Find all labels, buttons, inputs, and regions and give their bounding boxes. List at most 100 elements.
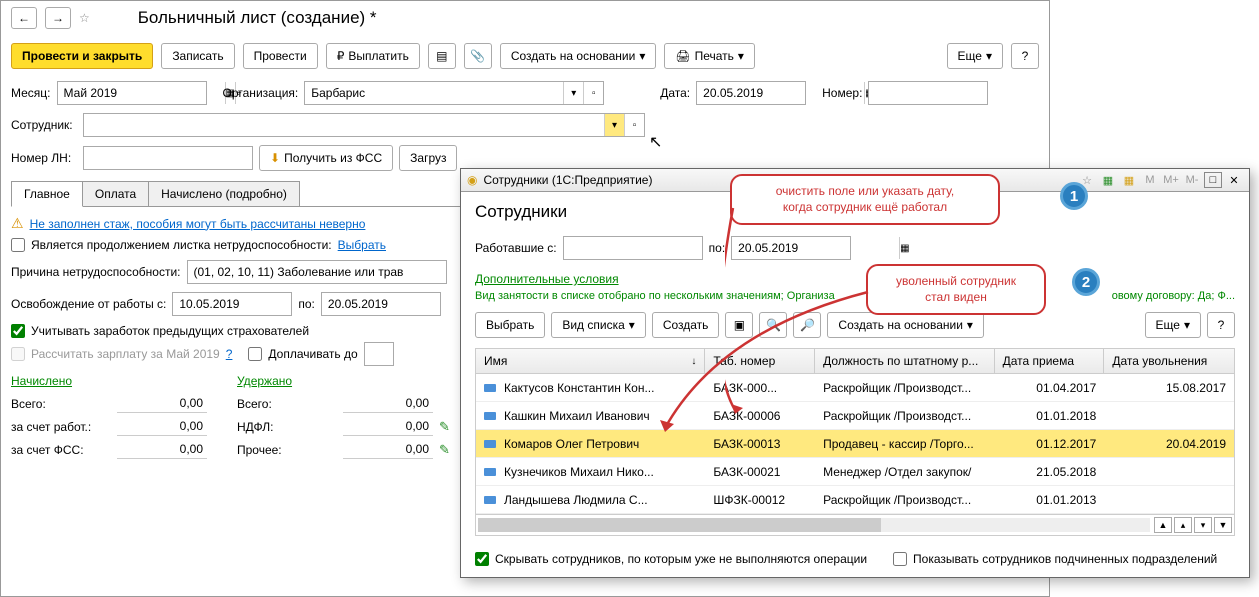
- sort-icon: ↓: [691, 356, 696, 367]
- dropdown-icon[interactable]: ▾: [604, 114, 624, 136]
- horizontal-scrollbar[interactable]: [478, 518, 1150, 532]
- table-row[interactable]: Ландышева Людмила С...ШФЗК-00012Раскройщ…: [476, 486, 1234, 514]
- m-button[interactable]: M: [1141, 172, 1159, 188]
- pencil-icon[interactable]: ✎: [439, 442, 450, 458]
- scroll-down-button[interactable]: ▾: [1194, 517, 1212, 533]
- open-icon[interactable]: ▫: [624, 114, 644, 136]
- more-button[interactable]: Еще▾: [1145, 312, 1201, 338]
- load-file-button[interactable]: Загруз: [399, 145, 457, 171]
- prev-insurers-checkbox[interactable]: [11, 324, 25, 338]
- org-input[interactable]: ▾ ▫: [304, 81, 604, 105]
- accrued-header[interactable]: Начислено: [11, 374, 207, 388]
- view-button[interactable]: Вид списка▾: [551, 312, 645, 338]
- dialog-title: Сотрудники (1С:Предприятие): [483, 173, 652, 187]
- calc-salary-label: Рассчитать зарплату за Май 2019: [31, 347, 220, 361]
- pay-extra-checkbox[interactable]: [248, 347, 262, 361]
- form-icon-button[interactable]: ▤: [428, 43, 456, 69]
- table-icon[interactable]: ▦: [1099, 172, 1117, 188]
- warning-icon: ⚠: [11, 215, 24, 232]
- col-position[interactable]: Должность по штатному р...: [815, 349, 995, 373]
- continuation-checkbox[interactable]: [11, 238, 25, 252]
- get-fss-button[interactable]: ⬇Получить из ФСС: [259, 145, 393, 171]
- scroll-up-button[interactable]: ▴: [1174, 517, 1192, 533]
- page-title: Больничный лист (создание) *: [138, 8, 377, 28]
- show-sub-checkbox[interactable]: [893, 552, 907, 566]
- maximize-button[interactable]: □: [1204, 172, 1222, 188]
- post-button[interactable]: Провести: [243, 43, 318, 69]
- scroll-top-button[interactable]: ▲: [1154, 517, 1172, 533]
- find-button[interactable]: 🔍: [759, 312, 787, 338]
- table-row[interactable]: Кузнечиков Михаил Нико...БАЗК-00021Менед…: [476, 458, 1234, 486]
- number-label: Номер:: [822, 86, 862, 100]
- post-close-button[interactable]: Провести и закрыть: [11, 43, 153, 69]
- table-row[interactable]: Комаров Олег ПетровичБАЗК-00013Продавец …: [476, 430, 1234, 458]
- create-based-button[interactable]: Создать на основании▾: [827, 312, 984, 338]
- clear-find-button[interactable]: 🔎: [793, 312, 821, 338]
- worked-from-input[interactable]: ▦: [563, 236, 703, 260]
- worked-from-label: Работавшие с:: [475, 241, 557, 255]
- employee-icon: [484, 412, 496, 420]
- reason-input[interactable]: [187, 260, 447, 284]
- release-to-input[interactable]: ▦: [321, 292, 441, 316]
- scroll-bottom-button[interactable]: ▼: [1214, 517, 1232, 533]
- hide-employees-label: Скрывать сотрудников, по которым уже не …: [495, 552, 867, 566]
- col-tabno[interactable]: Таб. номер: [705, 349, 815, 373]
- worked-to-input[interactable]: ▦: [731, 236, 851, 260]
- calendar-icon[interactable]: ▦: [899, 237, 909, 259]
- select-button[interactable]: Выбрать: [475, 312, 545, 338]
- save-button[interactable]: Записать: [161, 43, 234, 69]
- dialog-footer: Скрывать сотрудников, по которым уже не …: [461, 546, 1249, 572]
- prev-insurers-label: Учитывать заработок предыдущих страховат…: [31, 324, 309, 338]
- ln-input[interactable]: [83, 146, 253, 170]
- withheld-header[interactable]: Удержано: [237, 374, 450, 388]
- more-button[interactable]: Еще▾: [947, 43, 1003, 69]
- warning-link[interactable]: Не заполнен стаж, пособия могут быть рас…: [30, 217, 366, 231]
- table-row[interactable]: Кашкин Михаил ИвановичБАЗК-00006Раскройщ…: [476, 402, 1234, 430]
- col-fire[interactable]: Дата увольнения: [1104, 349, 1234, 373]
- employee-icon: [484, 440, 496, 448]
- star-icon[interactable]: ☆: [79, 11, 90, 25]
- pay-extra-input[interactable]: [364, 342, 394, 366]
- month-input[interactable]: ▦ ÷: [57, 81, 207, 105]
- date-input[interactable]: ▦: [696, 81, 806, 105]
- release-from-input[interactable]: ▦: [172, 292, 292, 316]
- number-input[interactable]: [868, 81, 988, 105]
- back-button[interactable]: ←: [11, 7, 37, 29]
- col-hire[interactable]: Дата приема: [995, 349, 1105, 373]
- close-button[interactable]: ✕: [1225, 172, 1243, 188]
- conditions-header[interactable]: Дополнительные условия: [475, 272, 1235, 286]
- tab-payment[interactable]: Оплата: [82, 181, 149, 206]
- m-minus-button[interactable]: M-: [1183, 172, 1201, 188]
- calc-help-link[interactable]: ?: [226, 347, 233, 361]
- pay-extra-label: Доплачивать до: [268, 347, 357, 361]
- release-to-label: по:: [298, 297, 315, 311]
- employee-icon: [484, 496, 496, 504]
- tab-accrued[interactable]: Начислено (подробно): [148, 181, 300, 206]
- table-row[interactable]: Кактусов Константин Кон...БАЗК-000...Рас…: [476, 374, 1234, 402]
- calendar-icon[interactable]: ▦: [1120, 172, 1138, 188]
- hide-employees-checkbox[interactable]: [475, 552, 489, 566]
- pencil-icon[interactable]: ✎: [439, 419, 450, 435]
- choose-link[interactable]: Выбрать: [338, 238, 386, 252]
- dropdown-icon[interactable]: ▾: [563, 82, 583, 104]
- employee-input[interactable]: ▾ ▫: [83, 113, 645, 137]
- open-icon[interactable]: ▫: [583, 82, 603, 104]
- main-toolbar: Провести и закрыть Записать Провести ₽Вы…: [1, 35, 1049, 77]
- employee-icon: [484, 384, 496, 392]
- col-name[interactable]: Имя↓: [476, 349, 705, 373]
- chevron-down-icon: ▾: [629, 318, 635, 332]
- pay-button[interactable]: ₽Выплатить: [326, 43, 420, 69]
- tab-main[interactable]: Главное: [11, 181, 83, 207]
- forward-button[interactable]: →: [45, 7, 71, 29]
- m-plus-button[interactable]: M+: [1162, 172, 1180, 188]
- create-based-button[interactable]: Создать на основании▾: [500, 43, 657, 69]
- create-button[interactable]: Создать: [652, 312, 720, 338]
- chevron-down-icon: ▾: [986, 49, 992, 63]
- conditions-tail: овому договору: Да; Ф...: [1112, 290, 1235, 302]
- print-button[interactable]: 🖨Печать▾: [664, 43, 755, 69]
- help-button[interactable]: ?: [1011, 43, 1039, 69]
- help-button[interactable]: ?: [1207, 312, 1235, 338]
- attach-button[interactable]: 📎: [464, 43, 492, 69]
- badge-2: 2: [1072, 268, 1100, 296]
- copy-button[interactable]: ▣: [725, 312, 753, 338]
